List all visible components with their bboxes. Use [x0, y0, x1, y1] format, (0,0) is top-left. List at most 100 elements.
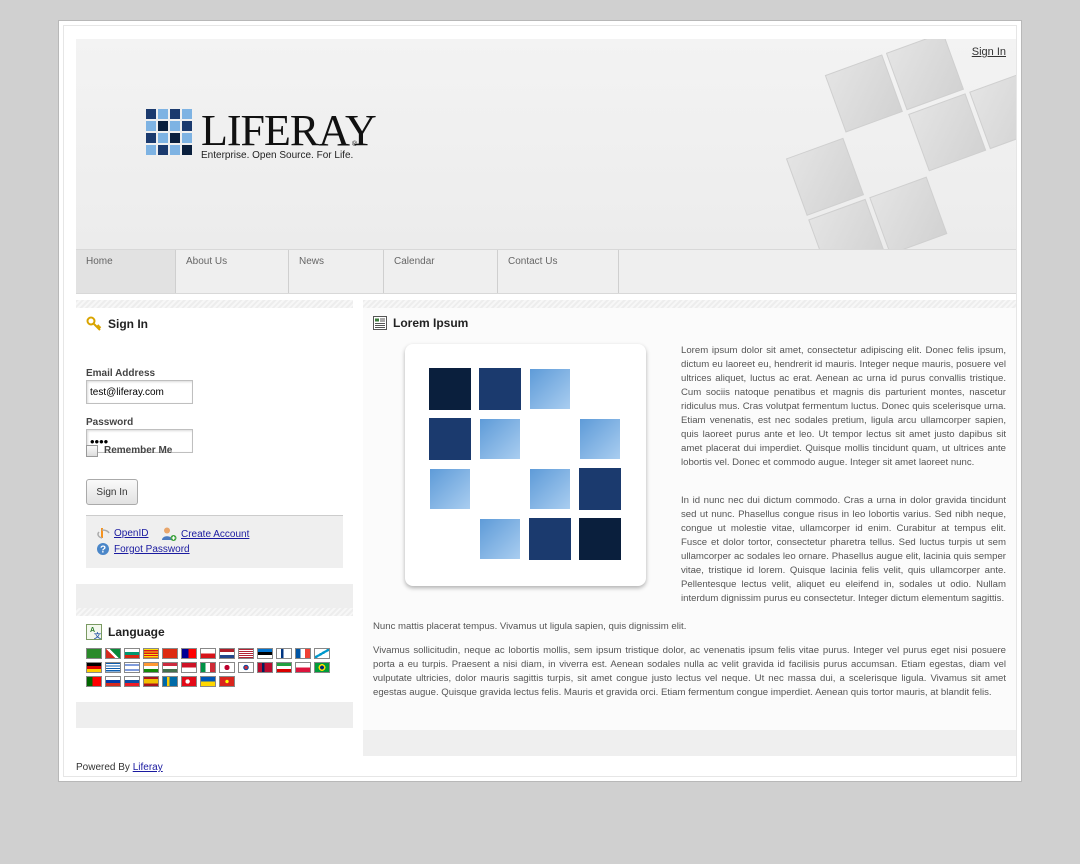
key-icon — [86, 316, 102, 331]
forgot-password-link[interactable]: Forgot Password — [114, 544, 190, 555]
help-icon: ? — [97, 543, 109, 556]
language-flags — [86, 648, 346, 687]
lorem-paragraph-2: In id nunc nec dui dictum commodo. Cras … — [681, 495, 1006, 604]
flag-basque[interactable] — [105, 648, 121, 659]
flag-japanese[interactable] — [219, 662, 235, 673]
logo-tagline: Enterprise. Open Source. For Life. — [201, 150, 354, 161]
flag-czech[interactable] — [200, 648, 216, 659]
portlet-title-stripe — [363, 300, 1016, 308]
nav-item-about-us[interactable]: About Us — [176, 250, 289, 293]
openid-icon — [97, 528, 110, 539]
nav-item-news[interactable]: News — [289, 250, 384, 293]
portlet-title-stripe — [76, 608, 353, 616]
flag-dutch[interactable] — [219, 648, 235, 659]
flag-italian[interactable] — [200, 662, 216, 673]
flag-persian[interactable] — [276, 662, 292, 673]
flag-greek[interactable] — [105, 662, 121, 673]
create-account-row: Create Account — [161, 526, 249, 542]
flag-french[interactable] — [295, 648, 311, 659]
nav-item-contact-us[interactable]: Contact Us — [498, 250, 619, 293]
liferay-squares-illustration — [405, 344, 646, 586]
portlet-title-stripe — [76, 300, 353, 308]
language-title-text: Language — [108, 625, 165, 639]
document-icon — [373, 316, 387, 330]
flag-ukrainian[interactable] — [200, 676, 216, 687]
language-portlet-title: A 文 Language — [76, 616, 353, 648]
square-tile — [529, 468, 571, 510]
square-tile — [429, 368, 471, 410]
powered-by: Powered By Liferay — [76, 762, 163, 773]
nav-item-calendar[interactable]: Calendar — [384, 250, 498, 293]
sign-in-button[interactable]: Sign In — [86, 479, 138, 505]
banner-decoration-icon — [785, 39, 1016, 249]
svg-text:文: 文 — [94, 631, 102, 640]
create-account-link[interactable]: Create Account — [181, 529, 249, 540]
password-label: Password — [86, 417, 134, 428]
flag-russian[interactable] — [105, 676, 121, 687]
flag-indonesian[interactable] — [181, 662, 197, 673]
email-field[interactable] — [86, 380, 193, 404]
square-tile — [529, 518, 571, 560]
flag-galician[interactable] — [314, 648, 330, 659]
square-tile — [479, 368, 521, 410]
square-tile — [479, 518, 521, 560]
flag-hungarian[interactable] — [162, 662, 178, 673]
flag-polish[interactable] — [295, 662, 311, 673]
sign-in-portlet: Sign In Email Address Password Remember … — [76, 300, 353, 568]
flag-vietnamese[interactable] — [219, 676, 235, 687]
flag-slovak[interactable] — [124, 676, 140, 687]
powered-by-liferay-link[interactable]: Liferay — [133, 762, 163, 773]
square-tile — [429, 468, 471, 510]
flag-spanish[interactable] — [143, 676, 159, 687]
flag-chinese-simplified[interactable] — [162, 648, 178, 659]
lorem-paragraph-2-continued: Nunc mattis placerat tempus. Vivamus ut … — [373, 621, 687, 632]
flag-portuguese-brazil[interactable] — [314, 662, 330, 673]
powered-by-text: Powered By — [76, 762, 130, 773]
lorem-portlet-footer — [363, 730, 1016, 756]
flag-bulgarian[interactable] — [124, 648, 140, 659]
left-column-spacer — [76, 584, 353, 608]
remember-me-checkbox[interactable] — [86, 445, 98, 457]
page-frame-inner: Sign In LIFERAY ® Enterprise. Open Sourc… — [63, 25, 1017, 777]
flag-english[interactable] — [238, 648, 254, 659]
liferay-logo[interactable]: LIFERAY ® Enterprise. Open Source. For L… — [146, 109, 377, 169]
openid-row: OpenID — [96, 526, 148, 540]
language-portlet-footer — [76, 702, 353, 728]
flag-norwegian[interactable] — [257, 662, 273, 673]
flag-german[interactable] — [86, 662, 102, 673]
square-tile — [579, 518, 621, 560]
flag-chinese-traditional[interactable] — [181, 648, 197, 659]
logo-registered-mark: ® — [352, 141, 358, 148]
openid-link[interactable]: OpenID — [114, 528, 148, 539]
logo-wordmark: LIFERAY — [201, 106, 377, 155]
nav-item-home[interactable]: Home — [76, 250, 176, 293]
sign-in-title-text: Sign In — [108, 317, 148, 331]
sign-in-portlet-title: Sign In — [76, 308, 353, 340]
flag-swedish[interactable] — [162, 676, 178, 687]
forgot-password-row: ? Forgot Password — [96, 542, 190, 556]
lorem-paragraph-1: Lorem ipsum dolor sit amet, consectetur … — [681, 345, 1006, 468]
lorem-portlet-title: Lorem Ipsum — [363, 308, 1016, 338]
square-tile — [429, 418, 471, 460]
flag-arabic[interactable] — [86, 648, 102, 659]
header-banner: Sign In LIFERAY ® Enterprise. Open Sourc… — [76, 39, 1016, 249]
square-tile — [479, 418, 521, 460]
flag-portuguese[interactable] — [86, 676, 102, 687]
remember-me-label: Remember Me — [104, 445, 173, 456]
flag-finnish[interactable] — [276, 648, 292, 659]
flag-turkish[interactable] — [181, 676, 197, 687]
flag-hebrew[interactable] — [124, 662, 140, 673]
square-tile — [579, 418, 621, 460]
page-frame: Sign In LIFERAY ® Enterprise. Open Sourc… — [58, 20, 1022, 782]
sign-in-links-panel: OpenID Create Account ? Forgot Password — [86, 515, 343, 568]
square-tile — [529, 368, 571, 410]
flag-estonian[interactable] — [257, 648, 273, 659]
flag-hindi[interactable] — [143, 662, 159, 673]
flag-catalan[interactable] — [143, 648, 159, 659]
language-portlet: A 文 Language — [76, 608, 353, 728]
main-navigation: Home About Us News Calendar Contact Us — [76, 249, 1016, 294]
flag-korean[interactable] — [238, 662, 254, 673]
email-label: Email Address — [86, 368, 156, 379]
svg-text:?: ? — [100, 545, 106, 556]
add-user-icon — [162, 527, 177, 541]
